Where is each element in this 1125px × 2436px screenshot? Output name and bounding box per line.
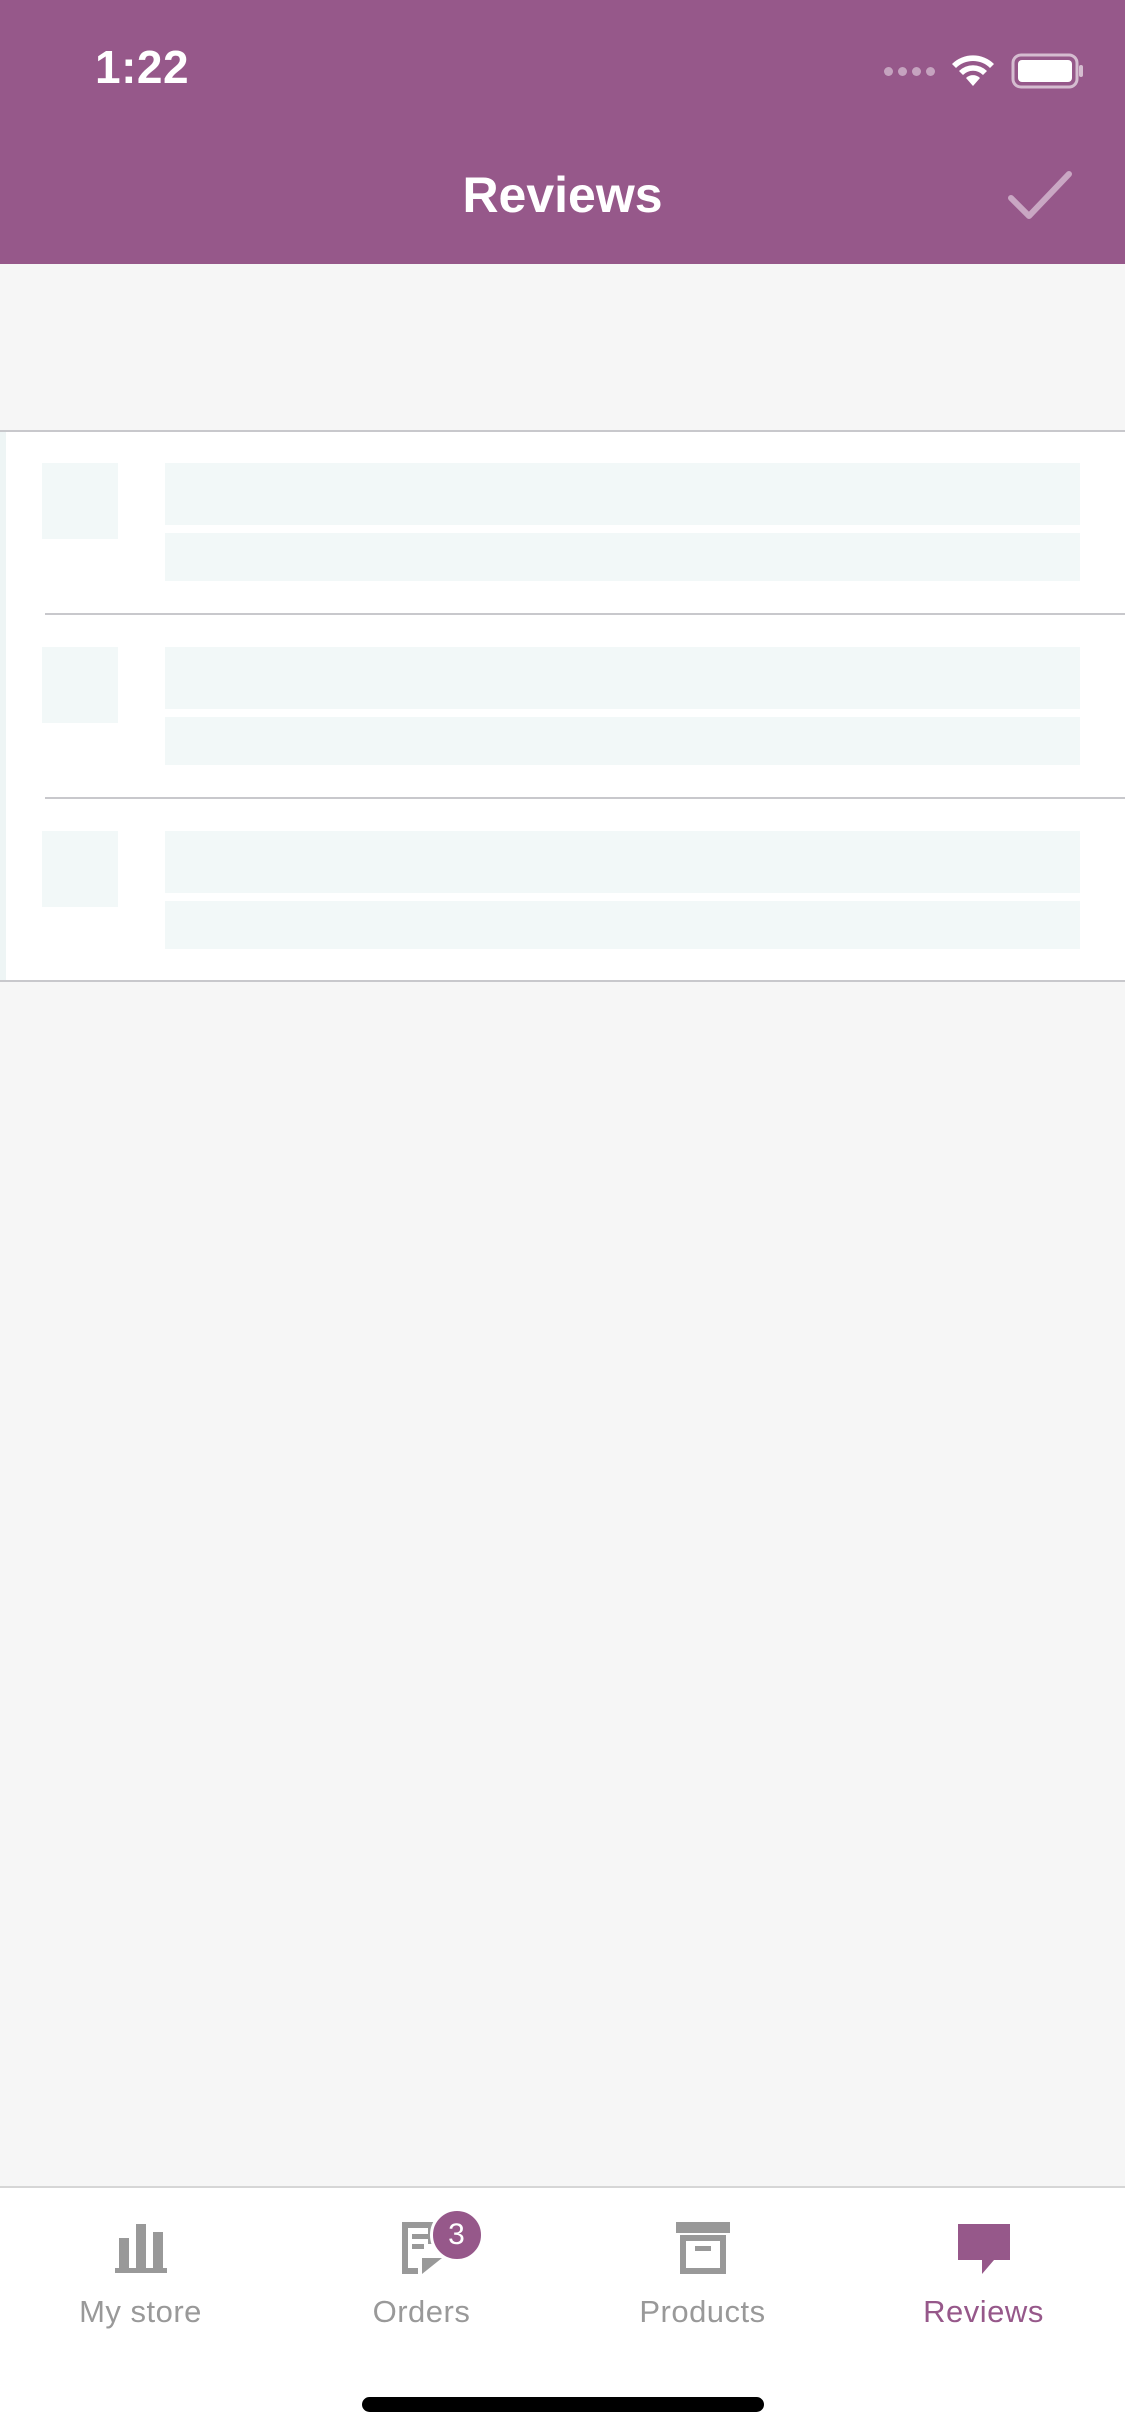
skeleton-thumbnail <box>42 647 118 723</box>
battery-icon <box>1011 53 1083 89</box>
tab-reviews[interactable]: Reviews <box>843 2188 1124 2358</box>
reviews-skeleton-list <box>0 430 1125 982</box>
tab-orders[interactable]: 3 Orders <box>281 2188 562 2358</box>
mark-all-read-check-icon[interactable] <box>1005 166 1075 226</box>
page-title: Reviews <box>462 167 663 223</box>
skeleton-thumbnail <box>42 831 118 907</box>
skeleton-row <box>0 432 1125 615</box>
home-indicator <box>362 2397 764 2412</box>
top-spacer-area <box>0 264 1125 430</box>
tab-label: My store <box>79 2294 202 2329</box>
tab-products[interactable]: Products <box>562 2188 843 2358</box>
skeleton-title-line <box>165 831 1080 893</box>
row-divider <box>45 613 1125 615</box>
wifi-icon <box>952 55 994 86</box>
skeleton-title-line <box>165 463 1080 525</box>
status-icons <box>884 48 1085 94</box>
orders-badge: 3 <box>429 2208 484 2262</box>
bar-chart-icon <box>114 2224 167 2273</box>
skeleton-title-line <box>165 647 1080 709</box>
skeleton-row <box>0 616 1125 799</box>
row-divider <box>45 797 1125 799</box>
skeleton-thumbnail <box>42 463 118 539</box>
cellular-signal-icon <box>884 66 935 76</box>
tab-label: Reviews <box>923 2294 1044 2329</box>
navigation-header: 1:22 Reviews <box>0 0 1125 264</box>
tab-label: Products <box>639 2294 766 2329</box>
skeleton-subtitle-line <box>165 717 1080 765</box>
speech-bubble-icon <box>957 2224 1010 2274</box>
skeleton-row <box>0 800 1125 983</box>
status-time: 1:22 <box>95 41 190 93</box>
tab-label: Orders <box>372 2294 471 2329</box>
skeleton-subtitle-line <box>165 901 1080 949</box>
archive-box-icon <box>675 2222 730 2274</box>
tab-my-store[interactable]: My store <box>0 2188 281 2358</box>
skeleton-subtitle-line <box>165 533 1080 581</box>
